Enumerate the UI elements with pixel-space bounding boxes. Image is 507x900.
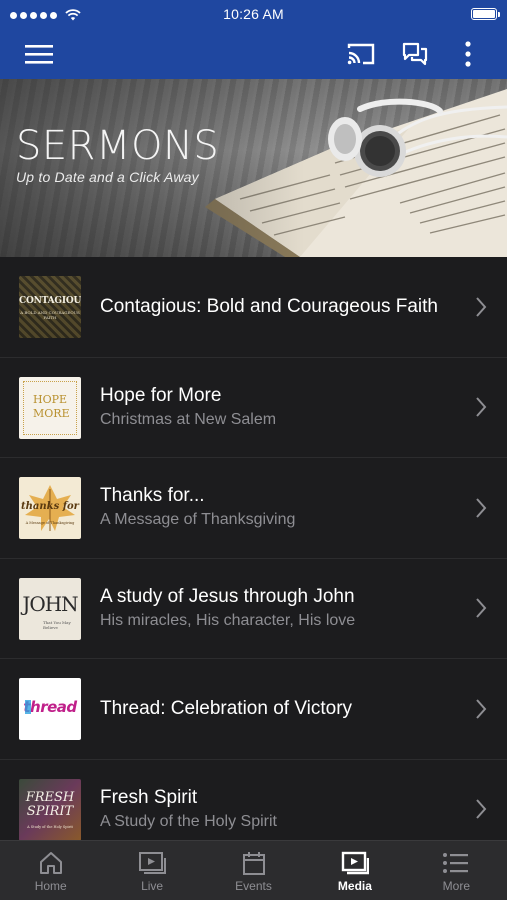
menu-button[interactable]	[14, 28, 64, 79]
bottom-tab-bar: Home Live Events Media More	[0, 840, 507, 900]
sermon-title: Hope for More	[100, 384, 222, 406]
tab-media[interactable]: Media	[304, 841, 405, 900]
sermon-subtitle: Christmas at New Salem	[100, 410, 277, 428]
tab-label: More	[442, 879, 470, 893]
sermon-list: CONTAGIOUS A BOLD AND COURAGEOUS FAITH C…	[0, 257, 507, 840]
chevron-right-icon	[476, 699, 487, 719]
tab-label: Media	[337, 879, 372, 893]
sermon-row-thread[interactable]: thread Thread: Celebration of Victory	[0, 659, 507, 760]
sermon-title: Fresh Spirit	[100, 786, 198, 808]
sermon-title: A study of Jesus through John	[100, 585, 355, 607]
sermon-title: Thread: Celebration of Victory	[100, 697, 353, 719]
tab-more[interactable]: More	[406, 841, 507, 900]
sermon-thumbnail: CONTAGIOUS A BOLD AND COURAGEOUS FAITH	[19, 276, 81, 338]
sermons-banner: SERMONS Up to Date and a Click Away	[0, 79, 507, 257]
tab-label: Home	[34, 879, 67, 893]
chevron-right-icon	[476, 297, 487, 317]
chat-bubbles-icon	[402, 42, 428, 65]
list-icon	[443, 853, 469, 873]
sermon-thumbnail: HOPE MORE	[19, 376, 81, 439]
cast-button[interactable]	[338, 28, 384, 79]
media-play-icon	[341, 851, 369, 875]
cast-icon	[347, 43, 375, 64]
sermon-subtitle: A Study of the Holy Spirit	[100, 812, 277, 830]
tab-events[interactable]: Events	[203, 841, 304, 900]
chevron-right-icon	[476, 397, 487, 417]
sermon-title: Contagious: Bold and Courageous Faith	[100, 295, 439, 317]
status-bar: 10:26 AM	[0, 0, 507, 28]
app-header	[0, 28, 507, 79]
chevron-right-icon	[476, 799, 487, 819]
sermon-thumbnail: thread	[19, 678, 81, 740]
tab-home[interactable]: Home	[0, 841, 101, 900]
sermon-thumbnail: FRESH SPIRIT A Study of the Holy Spirit	[19, 778, 81, 840]
sermon-row-hope-for-more[interactable]: HOPE MORE Hope for More Christmas at New…	[0, 358, 507, 458]
more-vertical-icon	[465, 40, 471, 67]
tab-live[interactable]: Live	[101, 841, 202, 900]
sermon-row-john[interactable]: JOHN That You May Believe A study of Jes…	[0, 559, 507, 659]
battery-icon	[471, 8, 500, 20]
sermon-row-fresh-spirit[interactable]: FRESH SPIRIT A Study of the Holy Spirit …	[0, 760, 507, 840]
calendar-icon	[242, 852, 265, 875]
more-options-button[interactable]	[448, 28, 488, 79]
status-time: 10:26 AM	[223, 6, 284, 22]
wifi-icon	[65, 9, 81, 21]
sermon-row-thanks-for[interactable]: thanks for A Message of Thanksgiving Tha…	[0, 458, 507, 559]
signal-strength-icon	[10, 9, 81, 21]
banner-title: SERMONS	[16, 123, 220, 169]
sermon-row-contagious[interactable]: CONTAGIOUS A BOLD AND COURAGEOUS FAITH C…	[0, 257, 507, 358]
chevron-right-icon	[476, 498, 487, 518]
sermon-title: Thanks for...	[100, 485, 205, 507]
banner-subtitle: Up to Date and a Click Away	[16, 169, 199, 185]
chevron-right-icon	[476, 598, 487, 618]
sermon-thumbnail: thanks for A Message of Thanksgiving	[19, 477, 81, 539]
sermon-subtitle: A Message of Thanksgiving	[100, 511, 296, 529]
sermon-subtitle: His miracles, His character, His love	[100, 611, 356, 629]
home-icon	[39, 852, 62, 874]
live-play-icon	[139, 852, 167, 874]
sermon-thumbnail: JOHN That You May Believe	[19, 577, 81, 640]
chat-button[interactable]	[392, 28, 438, 79]
tab-label: Live	[141, 879, 164, 893]
hamburger-menu-icon	[25, 44, 53, 64]
tab-label: Events	[235, 879, 272, 893]
